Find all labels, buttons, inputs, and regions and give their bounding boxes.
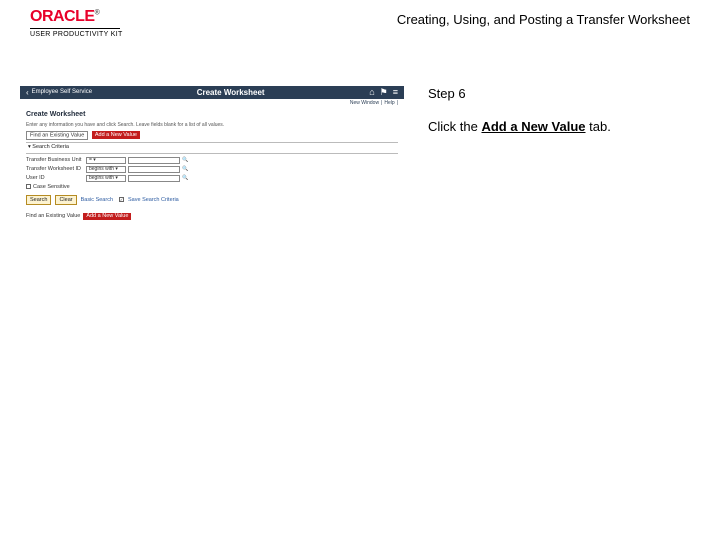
op-user-id[interactable]: begins with ▾: [86, 175, 126, 182]
tab-row: Find an Existing Value Add a New Value: [26, 132, 398, 139]
mini-body: Create Worksheet Enter any information y…: [20, 107, 404, 222]
input-worksheet-id[interactable]: [128, 166, 180, 173]
mini-desc: Enter any information you have and click…: [26, 122, 398, 128]
op-business-unit[interactable]: = ▾: [86, 157, 126, 164]
label-worksheet-id: Transfer Worksheet ID: [26, 166, 84, 173]
menu-icon[interactable]: ≡: [393, 87, 398, 98]
mini-app-header: ‹ Employee Self Service Create Worksheet…: [20, 86, 404, 99]
clear-button[interactable]: Clear: [55, 195, 76, 205]
field-row-business-unit: Transfer Business Unit = ▾ 🔍: [26, 157, 398, 164]
search-criteria-header[interactable]: ▾ Search Criteria: [26, 142, 398, 154]
back-label: Employee Self Service: [32, 89, 92, 96]
mini-page-title: Create Worksheet: [26, 111, 398, 119]
lookup-icon[interactable]: 🔍: [182, 157, 189, 164]
case-sensitive-label: Case Sensitive: [33, 184, 70, 191]
new-window-link[interactable]: New Window: [350, 100, 379, 106]
basic-search-link[interactable]: Basic Search: [81, 197, 113, 204]
search-button[interactable]: Search: [26, 195, 51, 205]
sep2: |: [397, 100, 398, 106]
lookup-icon-3[interactable]: 🔍: [182, 175, 189, 182]
header-icons: ⌂ ⚑ ≡: [369, 87, 398, 98]
save-search-label[interactable]: Save Search Criteria: [128, 197, 179, 204]
body-row: ‹ Employee Self Service Create Worksheet…: [0, 86, 720, 222]
bottom-find-existing: Find an Existing Value: [26, 213, 80, 220]
product-name: USER PRODUCTIVITY KIT: [30, 31, 123, 38]
input-business-unit[interactable]: [128, 157, 180, 164]
chevron-left-icon: ‹: [26, 88, 29, 98]
screenshot-column: ‹ Employee Self Service Create Worksheet…: [0, 86, 404, 222]
brand-text: ORACLE: [30, 8, 95, 25]
save-search-checkbox[interactable]: ✓: [119, 197, 124, 202]
input-user-id[interactable]: [128, 175, 180, 182]
tab-find-existing[interactable]: Find an Existing Value: [26, 131, 88, 140]
step-label: Step 6: [428, 86, 720, 101]
mini-subheader: New Window | Help |: [20, 99, 404, 107]
help-link[interactable]: Help: [384, 100, 394, 106]
logo-underline: [30, 28, 120, 29]
bottom-nav-row: Find an Existing Value Add a New Value: [26, 213, 398, 221]
sep: |: [381, 100, 382, 106]
doc-title: Creating, Using, and Posting a Transfer …: [397, 8, 690, 27]
field-row-user-id: User ID begins with ▾ 🔍: [26, 175, 398, 182]
mini-header-title: Create Worksheet: [197, 88, 265, 98]
step-text-prefix: Click the: [428, 119, 481, 134]
home-icon[interactable]: ⌂: [369, 87, 374, 98]
bottom-add-new-value[interactable]: Add a New Value: [83, 213, 131, 221]
case-sensitive-row: Case Sensitive: [26, 184, 398, 191]
oracle-logo: ORACLE®: [30, 8, 123, 26]
step-text-suffix: tab.: [586, 119, 611, 134]
label-user-id: User ID: [26, 175, 84, 182]
instructions-column: Step 6 Click the Add a New Value tab.: [404, 86, 720, 134]
button-row: Search Clear Basic Search ✓ Save Search …: [26, 195, 398, 205]
back-nav[interactable]: ‹ Employee Self Service: [26, 88, 92, 98]
step-text: Click the Add a New Value tab.: [428, 119, 720, 134]
op-worksheet-id[interactable]: begins with ▾: [86, 166, 126, 173]
mini-app-screenshot: ‹ Employee Self Service Create Worksheet…: [20, 86, 404, 222]
flag-icon[interactable]: ⚑: [380, 87, 388, 98]
brand-tm: ®: [95, 10, 100, 17]
tab-add-new-value[interactable]: Add a New Value: [92, 131, 140, 139]
lookup-icon-2[interactable]: 🔍: [182, 166, 189, 173]
doc-header: ORACLE® USER PRODUCTIVITY KIT Creating, …: [0, 0, 720, 38]
step-link: Add a New Value: [481, 119, 585, 134]
logo-block: ORACLE® USER PRODUCTIVITY KIT: [30, 8, 123, 38]
case-sensitive-checkbox[interactable]: [26, 184, 31, 189]
field-row-worksheet-id: Transfer Worksheet ID begins with ▾ 🔍: [26, 166, 398, 173]
label-business-unit: Transfer Business Unit: [26, 157, 84, 164]
